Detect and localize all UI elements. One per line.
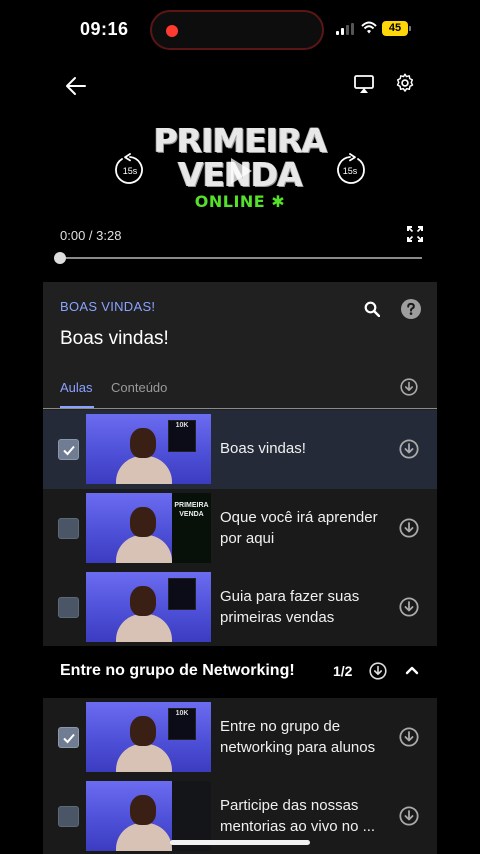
download-icon[interactable] — [399, 727, 419, 747]
battery-indicator: 45 — [382, 21, 411, 36]
download-icon[interactable] — [399, 597, 419, 617]
tab-conteudo[interactable]: Conteúdo — [111, 380, 167, 395]
divider — [43, 408, 437, 409]
lesson-checkbox[interactable] — [58, 727, 79, 748]
lesson-checkbox[interactable] — [58, 518, 79, 539]
status-time: 09:16 — [80, 19, 129, 39]
tab-aulas[interactable]: Aulas — [60, 380, 93, 395]
download-icon[interactable] — [399, 806, 419, 826]
lesson-checkbox[interactable] — [58, 439, 79, 460]
lesson-title: Boas vindas! — [220, 440, 306, 457]
search-icon — [364, 301, 380, 317]
module-header[interactable]: Entre no grupo de Networking! 1/2 — [0, 646, 480, 698]
chevron-up-icon — [405, 666, 419, 675]
arrow-left-icon — [66, 77, 86, 95]
logo-line-3: ONLINE ✱ — [194, 192, 286, 211]
download-icon[interactable] — [399, 439, 419, 459]
airplay-icon — [354, 75, 374, 93]
dynamic-island — [150, 10, 324, 50]
collapse-module-button[interactable] — [402, 660, 422, 680]
download-icon — [400, 378, 418, 396]
lesson-title: Oque você irá aprender por aqui — [220, 509, 378, 547]
lesson-row[interactable]: PRIMEIRA VENDA Oque você irá aprender po… — [43, 489, 437, 568]
skip-forward-button[interactable]: 15s — [333, 153, 367, 187]
help-icon — [401, 299, 421, 319]
status-bar: 09:16 45 — [0, 0, 480, 60]
progress-thumb[interactable] — [54, 252, 66, 264]
module-title: Entre no grupo de Networking! — [60, 662, 295, 679]
progress-bar[interactable] — [60, 257, 422, 259]
checkmark-icon — [62, 733, 75, 743]
back-button[interactable] — [62, 72, 90, 100]
lesson-checkbox[interactable] — [58, 806, 79, 827]
course-panel: BOAS VINDAS! Boas vindas! Aulas Conteúdo — [0, 282, 480, 854]
lesson-row[interactable]: Guia para fazer suas primeiras vendas — [43, 568, 437, 647]
fullscreen-icon — [407, 226, 423, 242]
download-icon — [369, 662, 387, 680]
time-readout: 0:00 / 3:28 — [60, 228, 122, 243]
lesson-title: Guia para fazer suas primeiras vendas — [220, 588, 360, 626]
thumbnail-badge: 10K — [168, 420, 196, 452]
settings-button[interactable] — [393, 71, 417, 95]
lesson-thumbnail: 10K — [86, 702, 211, 772]
lesson-thumbnail: PRIMEIRA VENDA — [86, 493, 211, 563]
lesson-title: Entre no grupo de networking para alunos — [220, 718, 376, 756]
module-download-button[interactable] — [368, 661, 388, 681]
lesson-title: Participe das nossas mentorias ao vivo n… — [220, 797, 376, 835]
module-progress-count: 1/2 — [333, 663, 353, 679]
home-indicator[interactable] — [170, 840, 310, 845]
lesson-row[interactable]: 10K Entre no grupo de networking para al… — [43, 698, 437, 777]
thumbnail-logo: PRIMEIRA VENDA — [174, 502, 209, 518]
video-player[interactable]: PRIMEIRA VENDA ONLINE ✱ 15s 15s 0:00 / 3… — [0, 60, 480, 282]
recording-indicator-icon — [166, 25, 178, 37]
lesson-thumbnail: 10K — [86, 414, 211, 484]
search-button[interactable] — [361, 298, 383, 320]
fullscreen-button[interactable] — [406, 225, 424, 243]
help-button[interactable] — [400, 298, 422, 320]
wifi-icon — [361, 21, 377, 34]
play-icon[interactable] — [228, 156, 254, 186]
skip-back-label: 15s — [122, 166, 138, 176]
download-all-button[interactable] — [399, 377, 419, 397]
lesson-thumbnail — [86, 572, 211, 642]
panel-header: BOAS VINDAS! Boas vindas! Aulas Conteúdo — [43, 282, 437, 410]
skip-back-button[interactable]: 15s — [113, 153, 147, 187]
current-lesson-title: Boas vindas! — [60, 328, 169, 349]
signal-icon — [336, 23, 356, 35]
gear-icon — [396, 73, 414, 92]
lesson-checkbox[interactable] — [58, 597, 79, 618]
section-kicker: BOAS VINDAS! — [60, 299, 156, 314]
airplay-button[interactable] — [352, 72, 376, 96]
skip-forward-label: 15s — [342, 166, 358, 176]
checkmark-icon — [62, 445, 75, 455]
download-icon[interactable] — [399, 518, 419, 538]
logo-online-text: ONLINE — [194, 192, 266, 211]
logo-line-1: PRIMEIRA — [153, 121, 328, 160]
lesson-row[interactable]: 10K Boas vindas! — [43, 410, 437, 489]
thumbnail-badge: 10K — [168, 708, 196, 740]
